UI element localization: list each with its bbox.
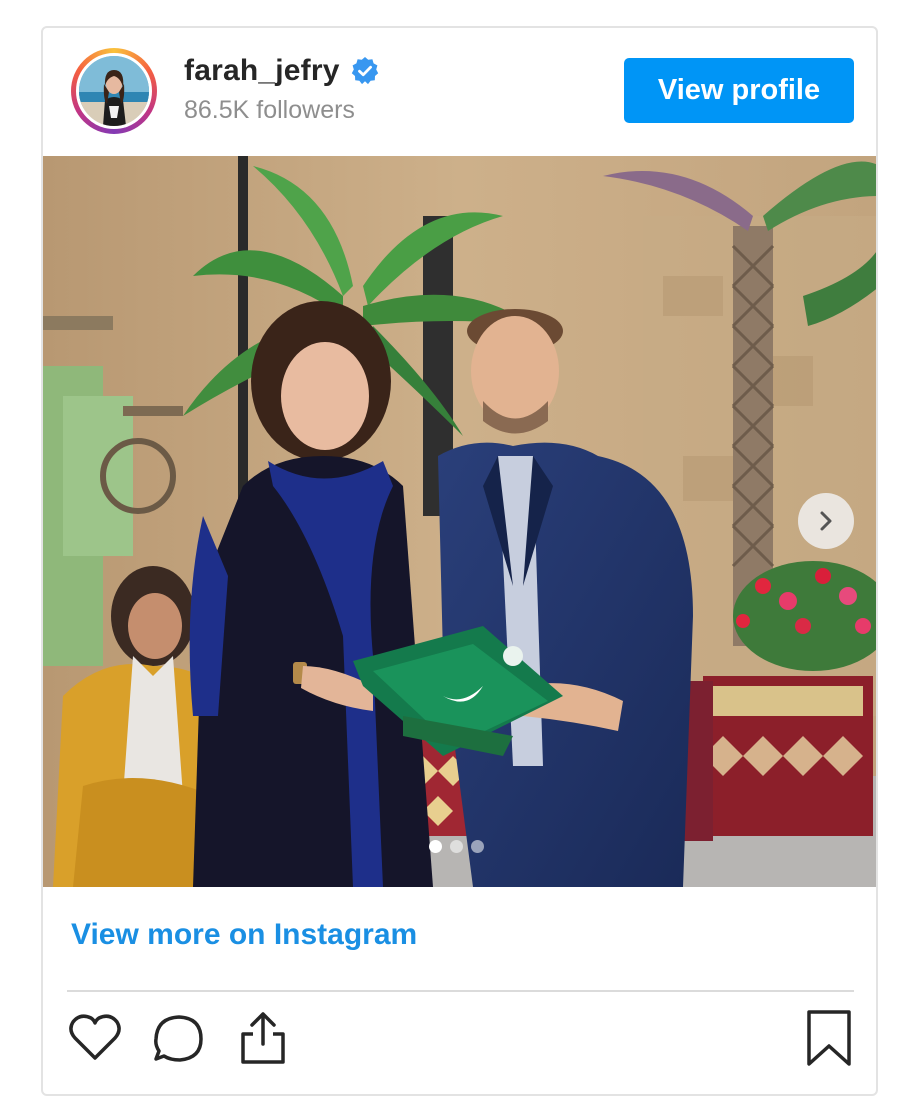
action-bar xyxy=(43,1008,876,1078)
heart-icon[interactable] xyxy=(65,1008,125,1068)
avatar-image xyxy=(79,56,149,126)
carousel-dot xyxy=(450,840,463,853)
avatar[interactable] xyxy=(76,53,152,129)
followers-count: 86.5K followers xyxy=(184,96,355,124)
username-row: farah_jefry xyxy=(184,54,380,88)
chevron-right-icon xyxy=(820,511,832,531)
divider xyxy=(67,990,854,992)
comment-icon[interactable] xyxy=(149,1008,209,1068)
post-image xyxy=(43,156,876,887)
bookmark-icon[interactable] xyxy=(799,1008,859,1068)
carousel-dot-active xyxy=(429,840,442,853)
post-photo[interactable] xyxy=(43,156,876,887)
carousel-dot xyxy=(471,840,484,853)
view-more-on-instagram-link[interactable]: View more on Instagram xyxy=(71,918,417,952)
carousel-next-button[interactable] xyxy=(798,493,854,549)
username[interactable]: farah_jefry xyxy=(184,54,340,88)
instagram-embed-card: farah_jefry 86.5K followers View profile xyxy=(41,26,878,1096)
view-profile-button[interactable]: View profile xyxy=(624,58,854,123)
avatar-story-ring[interactable] xyxy=(71,48,157,134)
share-icon[interactable] xyxy=(233,1008,293,1068)
verified-badge-icon xyxy=(350,56,380,86)
post-header: farah_jefry 86.5K followers View profile xyxy=(43,28,876,156)
carousel-indicator xyxy=(429,840,484,853)
